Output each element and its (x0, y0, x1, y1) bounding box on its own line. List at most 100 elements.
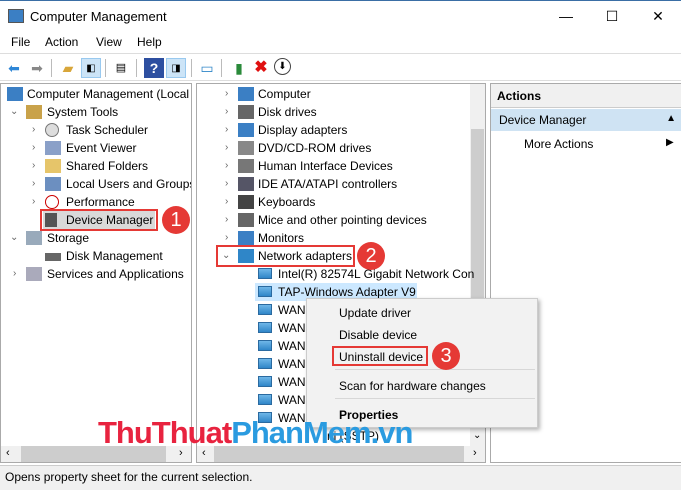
step-badge-2: 2 (357, 242, 385, 270)
device-category[interactable]: Keyboards (258, 193, 315, 211)
close-button[interactable]: ✕ (635, 1, 681, 32)
more-actions[interactable]: More Actions (524, 137, 593, 151)
network-adapter[interactable]: WAN (278, 337, 306, 355)
highlight-box-2 (216, 245, 355, 267)
toolbar: ⬅ ➡ ▰ ◧ ▤ ? ◨ ▭ ▮ ✖ ⬇ (0, 53, 681, 81)
menu-scan-hardware[interactable]: Scan for hardware changes (339, 379, 486, 393)
chevron-right-icon[interactable]: › (225, 106, 228, 117)
chevron-right-icon[interactable]: › (32, 142, 35, 153)
device-category-icon (238, 87, 254, 101)
device-category[interactable]: Display adapters (258, 121, 347, 139)
minimize-button[interactable]: — (543, 1, 589, 32)
actions-header: Actions (491, 84, 681, 108)
services-icon (26, 267, 42, 281)
network-adapter[interactable]: WAN (278, 319, 306, 337)
menu-update-driver[interactable]: Update driver (339, 306, 411, 320)
status-bar: Opens property sheet for the current sel… (0, 465, 681, 490)
tree-root[interactable]: Computer Management (Local (27, 85, 189, 103)
up-folder-icon[interactable]: ▰ (58, 58, 78, 78)
tree-storage[interactable]: Storage (47, 229, 89, 247)
chevron-right-icon[interactable]: › (225, 88, 228, 99)
menu-view[interactable]: View (96, 35, 122, 49)
show-action-pane-icon[interactable]: ◨ (166, 58, 186, 78)
network-adapter[interactable]: WAN (278, 355, 306, 373)
network-adapter-icon (258, 376, 272, 387)
back-icon[interactable]: ⬅ (4, 58, 24, 78)
tree-system-tools[interactable]: System Tools (47, 103, 118, 121)
menu-bar: File Action View Help (0, 32, 681, 52)
tree-disk-management[interactable]: Disk Management (66, 247, 163, 265)
window-title: Computer Management (30, 9, 167, 24)
actions-section-device-manager[interactable]: Device Manager ▲ (491, 109, 681, 131)
device-category[interactable]: Mice and other pointing devices (258, 211, 427, 229)
tree-shared-folders[interactable]: Shared Folders (66, 157, 148, 175)
disable-icon[interactable]: ⬇ (274, 58, 291, 75)
network-adapter[interactable]: WAN (278, 373, 306, 391)
device-category-icon (238, 105, 254, 119)
performance-icon (45, 195, 59, 209)
maximize-button[interactable]: ☐ (589, 1, 635, 32)
device-category[interactable]: Computer (258, 85, 311, 103)
device-category[interactable]: Disk drives (258, 103, 317, 121)
chevron-down-icon[interactable]: ⌄ (10, 232, 18, 243)
menu-disable-device[interactable]: Disable device (339, 328, 417, 342)
network-adapter-icon (258, 394, 272, 405)
clock-icon (45, 123, 59, 137)
uninstall-icon[interactable]: ✖ (251, 58, 271, 78)
title-bar: Computer Management — ☐ ✕ (0, 0, 681, 32)
tree-local-users[interactable]: Local Users and Groups (66, 175, 191, 193)
device-category-icon (238, 159, 254, 173)
network-adapter-icon (258, 322, 272, 333)
section-label: Device Manager (499, 113, 587, 127)
chevron-right-icon[interactable]: › (32, 124, 35, 135)
help-icon[interactable]: ? (144, 58, 164, 78)
shared-folder-icon (45, 159, 61, 173)
menu-help[interactable]: Help (137, 35, 162, 49)
chevron-right-icon[interactable]: › (32, 160, 35, 171)
network-adapter[interactable]: WAN (278, 391, 306, 409)
chevron-right-icon[interactable]: › (32, 178, 35, 189)
users-icon (45, 177, 61, 191)
chevron-right-icon[interactable]: › (225, 232, 228, 243)
collapse-icon[interactable]: ▲ (666, 113, 676, 124)
step-badge-3: 3 (432, 342, 460, 370)
device-category[interactable]: DVD/CD-ROM drives (258, 139, 371, 157)
network-adapter-icon (258, 304, 272, 315)
menu-file[interactable]: File (11, 35, 30, 49)
tools-icon (26, 105, 42, 119)
chevron-right-icon[interactable]: › (32, 196, 35, 207)
network-adapter[interactable]: WAN (278, 301, 306, 319)
device-category-icon (238, 123, 254, 137)
device-category-icon (238, 195, 254, 209)
device-category-icon (238, 141, 254, 155)
storage-icon (26, 231, 42, 245)
tree-services[interactable]: Services and Applications (47, 265, 184, 283)
network-adapter-icon (258, 268, 272, 279)
tree-task-scheduler[interactable]: Task Scheduler (66, 121, 148, 139)
console-tree: Computer Management (Local ⌄ System Tool… (0, 83, 192, 463)
watermark: ThuThuatPhanMem.vn (98, 415, 413, 450)
device-category[interactable]: Human Interface Devices (258, 157, 393, 175)
chevron-right-icon[interactable]: › (13, 268, 16, 279)
properties-icon[interactable]: ▤ (111, 58, 131, 78)
app-icon (8, 9, 24, 23)
submenu-arrow-icon: ▶ (666, 137, 674, 148)
device-category[interactable]: IDE ATA/ATAPI controllers (258, 175, 397, 193)
chevron-right-icon[interactable]: › (225, 160, 228, 171)
forward-icon[interactable]: ➡ (27, 58, 47, 78)
show-hide-tree-icon[interactable]: ◧ (81, 58, 101, 78)
chevron-right-icon[interactable]: › (225, 124, 228, 135)
tree-event-viewer[interactable]: Event Viewer (66, 139, 136, 157)
scan-hardware-icon[interactable]: ▭ (197, 58, 217, 78)
step-badge-1: 1 (162, 206, 190, 234)
chevron-right-icon[interactable]: › (225, 178, 228, 189)
chevron-right-icon[interactable]: › (225, 214, 228, 225)
device-category-icon (238, 177, 254, 191)
device-category-icon (238, 231, 254, 245)
update-driver-icon[interactable]: ▮ (229, 58, 249, 78)
chevron-right-icon[interactable]: › (225, 196, 228, 207)
chevron-right-icon[interactable]: › (225, 142, 228, 153)
highlight-box-1 (40, 209, 158, 231)
chevron-down-icon[interactable]: ⌄ (10, 106, 18, 117)
menu-action[interactable]: Action (45, 35, 78, 49)
